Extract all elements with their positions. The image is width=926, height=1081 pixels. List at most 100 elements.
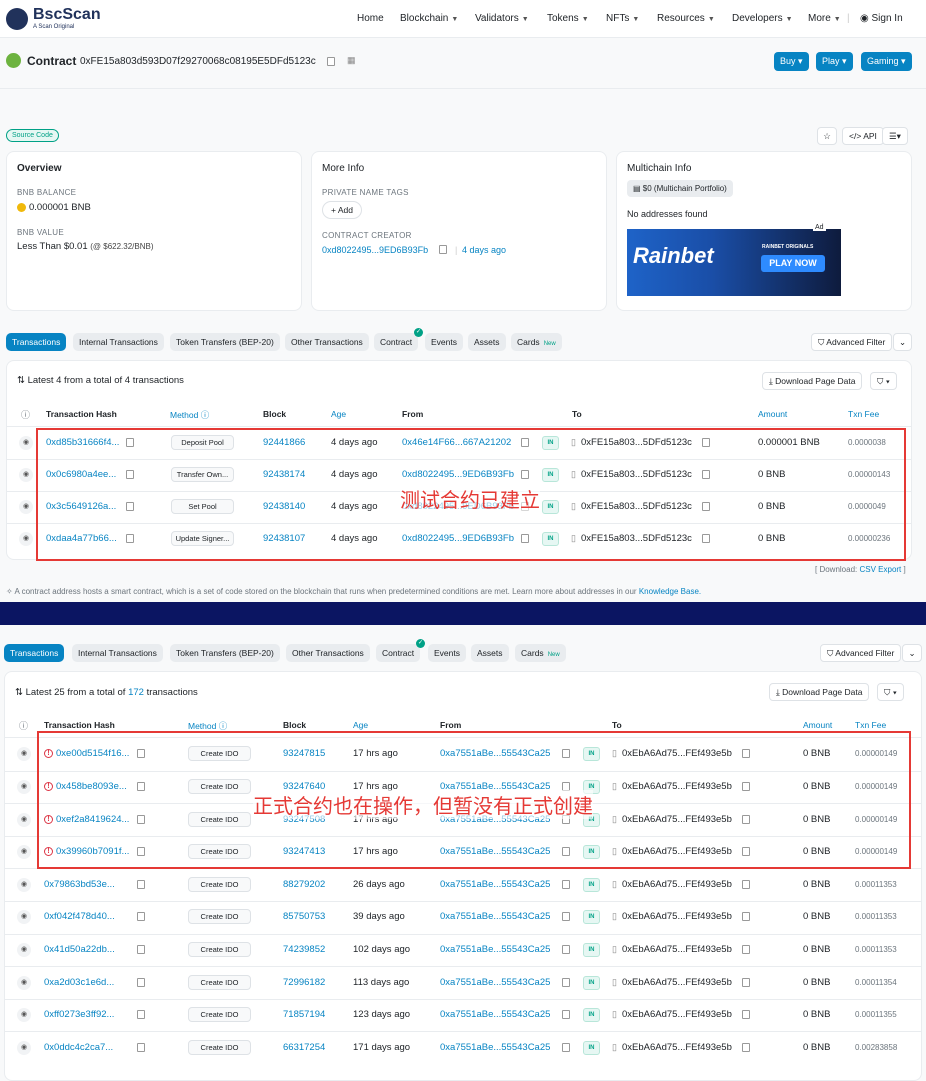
creator-address-link[interactable]: 0xd8022495...9ED6B93Fb xyxy=(322,245,428,255)
block-link[interactable]: 66317254 xyxy=(283,1042,325,1053)
ad-play-now-button[interactable]: PLAY NOW xyxy=(761,255,825,272)
bscscan-logo-icon[interactable] xyxy=(6,8,28,30)
from-address-link[interactable]: 0xa7551aBe...55543Ca25 xyxy=(440,879,550,890)
table1-filter-button[interactable]: ⛉ ▾ xyxy=(870,372,897,390)
copy-icon[interactable] xyxy=(562,944,570,954)
from-address-link[interactable]: 0xa7551aBe...55543Ca25 xyxy=(440,911,550,922)
tx-hash-link[interactable]: 0xf042f478d40... xyxy=(44,911,115,922)
copy-icon[interactable] xyxy=(439,245,447,254)
from-address-link[interactable]: 0xa7551aBe...55543Ca25 xyxy=(440,944,550,955)
sign-in-link[interactable]: ◉ Sign In xyxy=(860,13,903,24)
tab-cards[interactable]: Cards New xyxy=(515,644,566,662)
rainbet-ad-banner[interactable]: Rainbet RAINBET ORIGINALS PLAY NOW xyxy=(627,229,841,296)
nav-tokens[interactable]: Tokens ▼ xyxy=(547,13,589,24)
col-age[interactable]: Age xyxy=(331,409,346,419)
tx-hash-link[interactable]: 0xa2d03c1e6d... xyxy=(44,977,114,988)
col-fee[interactable]: Txn Fee xyxy=(848,409,879,419)
logo-text[interactable]: BscScan xyxy=(33,6,101,24)
view-details-eye-icon[interactable]: ◉ xyxy=(17,1008,31,1023)
col-fee[interactable]: Txn Fee xyxy=(855,720,886,730)
advanced-filter-button[interactable]: ⛉ Advanced Filter xyxy=(811,333,893,351)
block-link[interactable]: 88279202 xyxy=(283,879,325,890)
block-link[interactable]: 74239852 xyxy=(283,944,325,955)
copy-icon[interactable] xyxy=(137,944,145,954)
api-button[interactable]: </> API xyxy=(842,127,884,145)
view-details-eye-icon[interactable]: ◉ xyxy=(17,1040,31,1055)
knowledge-base-link[interactable]: Knowledge Base. xyxy=(639,587,701,596)
tx-hash-link[interactable]: 0xff0273e3ff92... xyxy=(44,1009,114,1020)
view-details-eye-icon[interactable]: ◉ xyxy=(19,436,33,450)
view-details-eye-icon[interactable]: ◉ xyxy=(17,845,31,860)
copy-icon[interactable] xyxy=(562,1042,570,1052)
creator-age-link[interactable]: 4 days ago xyxy=(462,245,506,255)
from-address-link[interactable]: 0xa7551aBe...55543Ca25 xyxy=(440,1009,550,1020)
tab-contract[interactable]: Contract xyxy=(374,333,419,351)
copy-icon[interactable] xyxy=(562,879,570,889)
block-link[interactable]: 85750753 xyxy=(283,911,325,922)
tab-events[interactable]: Events xyxy=(425,333,463,351)
tab-internal-transactions[interactable]: Internal Transactions xyxy=(73,333,164,351)
nav-resources[interactable]: Resources ▼ xyxy=(657,13,715,24)
col-method[interactable]: Method ⓘ xyxy=(170,409,209,421)
buy-button[interactable]: Buy ▾ xyxy=(774,52,809,71)
table2-filter-button[interactable]: ⛉ ▾ xyxy=(877,683,904,701)
tab-transactions[interactable]: Transactions xyxy=(4,644,65,662)
col-amount[interactable]: Amount xyxy=(803,720,832,730)
advanced-filter-dropdown[interactable]: ⌄ xyxy=(902,644,922,662)
copy-icon[interactable] xyxy=(562,977,570,987)
advanced-filter-dropdown[interactable]: ⌄ xyxy=(893,333,912,351)
nav-home[interactable]: Home xyxy=(357,13,384,24)
tab-other-transactions[interactable]: Other Transactions xyxy=(286,644,370,662)
view-details-eye-icon[interactable]: ◉ xyxy=(19,468,33,482)
copy-icon[interactable] xyxy=(137,1010,145,1020)
view-details-eye-icon[interactable]: ◉ xyxy=(17,975,31,990)
tab-cards[interactable]: Cards New xyxy=(511,333,562,351)
copy-icon[interactable] xyxy=(137,879,145,889)
nav-validators[interactable]: Validators ▼ xyxy=(475,13,529,24)
copy-icon[interactable] xyxy=(137,912,145,922)
copy-icon[interactable] xyxy=(742,912,750,922)
tx-hash-link[interactable]: 0x41d50a22db... xyxy=(44,944,115,955)
tab-events[interactable]: Events xyxy=(428,644,466,662)
tab-token-transfers[interactable]: Token Transfers (BEP-20) xyxy=(170,333,280,351)
nav-developers[interactable]: Developers ▼ xyxy=(732,13,793,24)
copy-icon[interactable] xyxy=(137,977,145,987)
tab-internal-transactions[interactable]: Internal Transactions xyxy=(72,644,163,662)
tab-other-transactions[interactable]: Other Transactions xyxy=(285,333,369,351)
block-link[interactable]: 71857194 xyxy=(283,1009,325,1020)
copy-icon[interactable] xyxy=(562,912,570,922)
multichain-portfolio-button[interactable]: ▤ $0 (Multichain Portfolio) xyxy=(627,180,733,197)
tx-hash-link[interactable]: 0x0ddc4c2ca7... xyxy=(44,1042,113,1053)
advanced-filter-button[interactable]: ⛉ Advanced Filter xyxy=(820,644,902,662)
copy-icon[interactable] xyxy=(742,1010,750,1020)
nav-blockchain[interactable]: Blockchain ▼ xyxy=(400,13,458,24)
download-page-data-button[interactable]: ⤓ Download Page Data xyxy=(762,372,863,390)
star-favorite-button[interactable]: ☆ xyxy=(817,127,837,145)
view-details-eye-icon[interactable]: ◉ xyxy=(17,942,31,957)
table2-summary-count[interactable]: 172 xyxy=(128,687,144,698)
qr-code-icon[interactable]: ▦ xyxy=(347,55,356,66)
download-page-data-button[interactable]: ⤓ Download Page Data xyxy=(769,683,870,701)
copy-icon[interactable] xyxy=(742,879,750,889)
nav-nfts[interactable]: NFTs ▼ xyxy=(606,13,639,24)
more-options-button[interactable]: ☰▾ xyxy=(882,127,908,145)
tx-hash-link[interactable]: 0x79863bd53e... xyxy=(44,879,115,890)
tab-assets[interactable]: Assets xyxy=(468,333,506,351)
copy-icon[interactable] xyxy=(742,1042,750,1052)
add-tag-button[interactable]: + Add xyxy=(322,201,362,219)
view-details-eye-icon[interactable]: ◉ xyxy=(17,779,31,794)
from-address-link[interactable]: 0xa7551aBe...55543Ca25 xyxy=(440,1042,550,1053)
play-button[interactable]: Play ▾ xyxy=(816,52,853,71)
gaming-button[interactable]: Gaming ▾ xyxy=(861,52,912,71)
help-icon[interactable]: ⓘ xyxy=(19,719,28,732)
copy-icon[interactable] xyxy=(742,944,750,954)
tab-token-transfers[interactable]: Token Transfers (BEP-20) xyxy=(170,644,280,662)
view-details-eye-icon[interactable]: ◉ xyxy=(19,500,33,514)
nav-more[interactable]: More ▼ xyxy=(808,13,841,24)
view-details-eye-icon[interactable]: ◉ xyxy=(17,812,31,827)
copy-icon[interactable] xyxy=(327,57,335,66)
from-address-link[interactable]: 0xa7551aBe...55543Ca25 xyxy=(440,977,550,988)
col-amount[interactable]: Amount xyxy=(758,409,787,419)
tab-contract[interactable]: Contract xyxy=(376,644,421,662)
block-link[interactable]: 72996182 xyxy=(283,977,325,988)
